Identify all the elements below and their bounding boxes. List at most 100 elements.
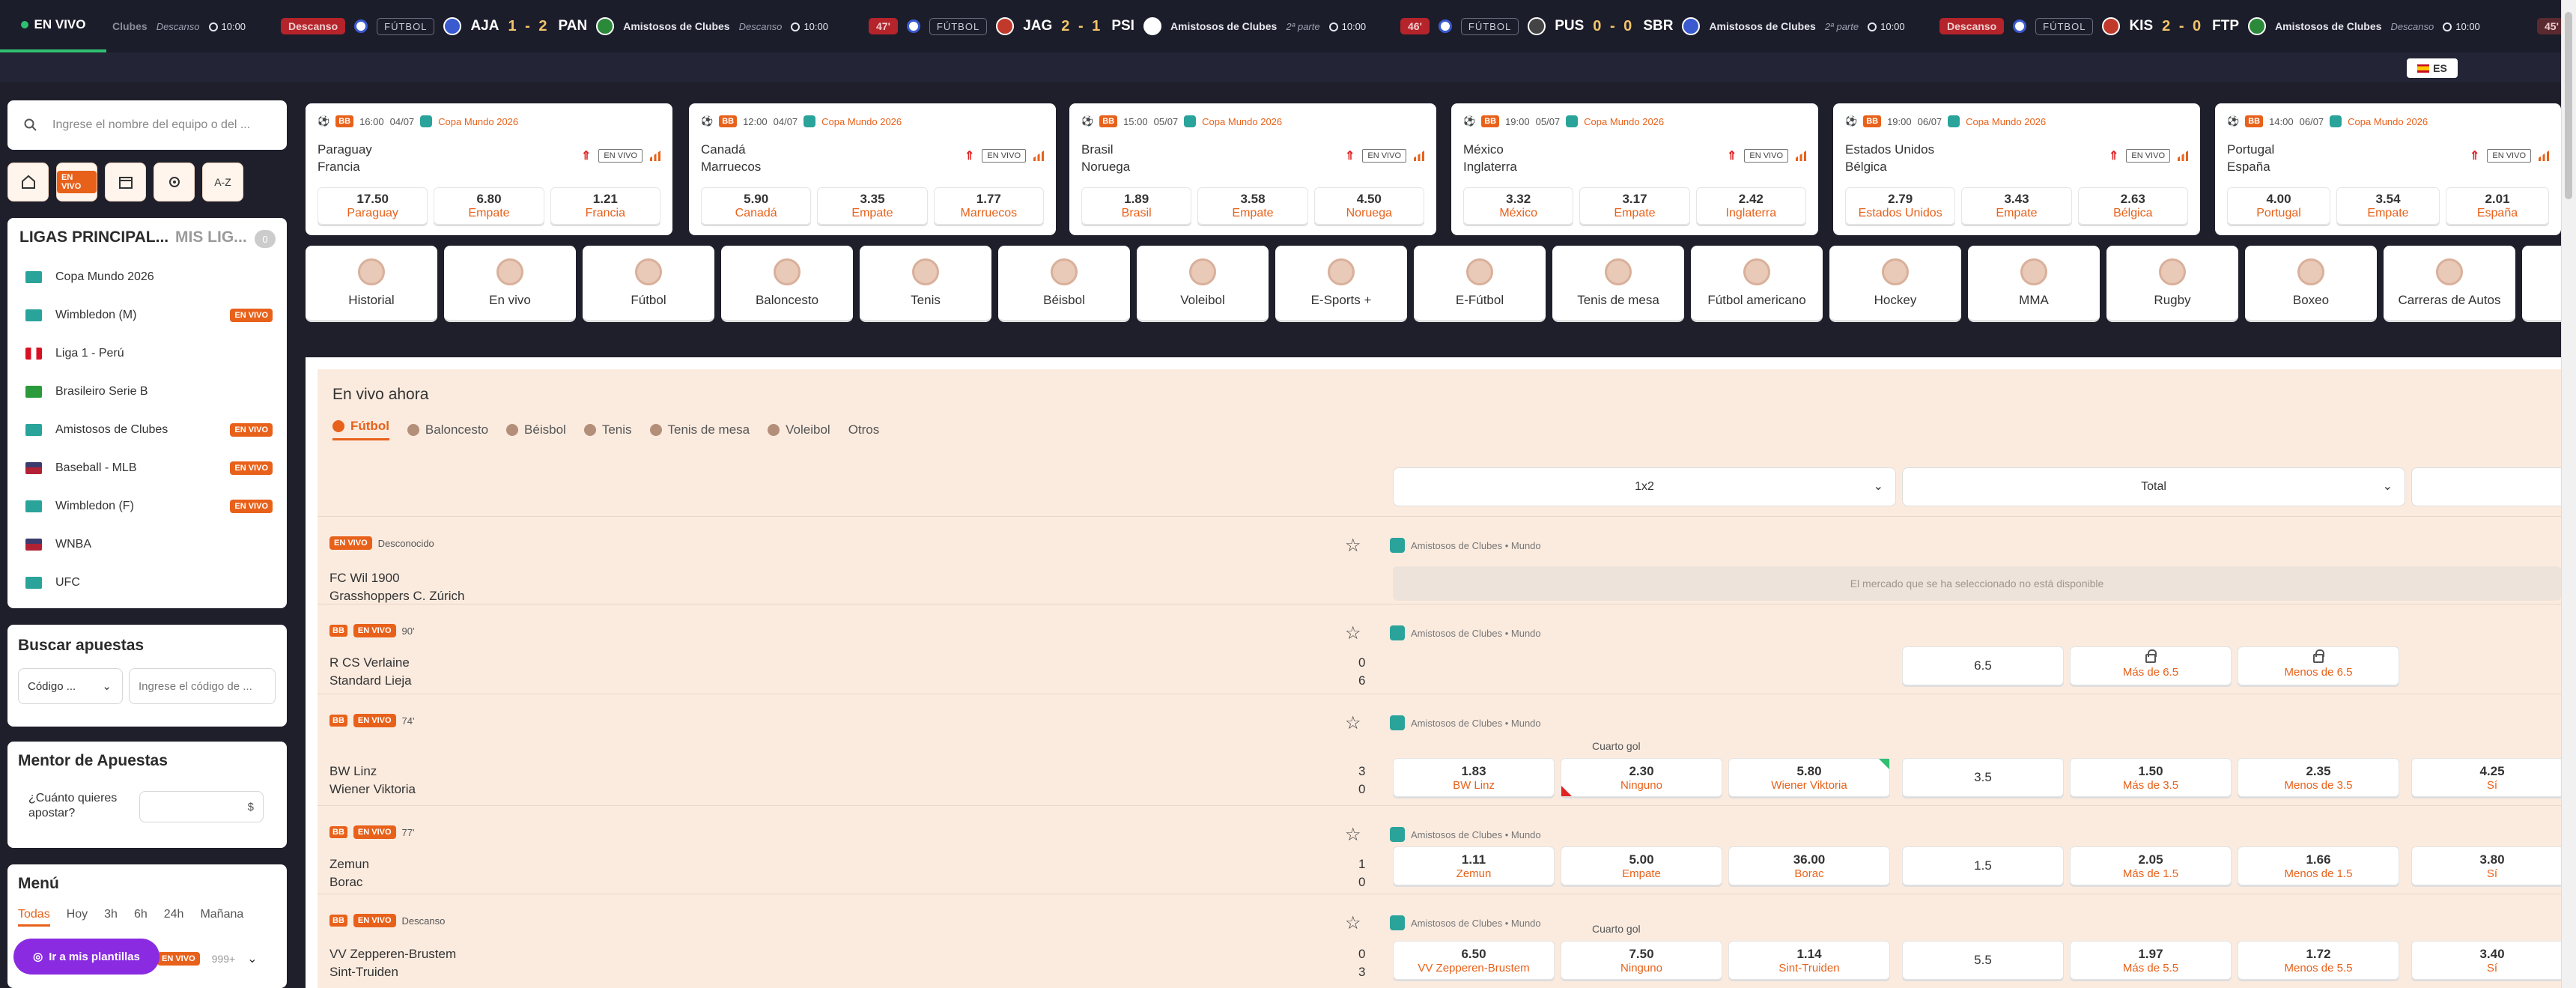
language-selector[interactable]: ES (2407, 58, 2458, 78)
pin-icon[interactable]: ⇑ (965, 148, 974, 163)
stats-bars-icon[interactable] (650, 151, 660, 161)
odd-over-locked[interactable]: Más de 6.5 (2070, 646, 2232, 685)
ticker-match[interactable]: Descanso FÚTBOL KIS 2 - 0 FTP Amistosos de Cl… (1939, 0, 2480, 52)
live-tab[interactable]: Tenis (583, 422, 632, 437)
market-select-total[interactable]: Total ⌄ (1902, 467, 2405, 506)
live-tab[interactable]: Fútbol (332, 419, 389, 440)
stats-bars-icon[interactable] (1033, 151, 1044, 161)
total-line[interactable]: 3.5 (1902, 758, 2064, 797)
menu-tab[interactable]: Mañana (200, 908, 243, 927)
odd-away[interactable]: 36.00 Borac (1728, 846, 1890, 885)
market-select-extra[interactable] (2411, 467, 2576, 506)
odd-button[interactable]: 3.58 Empate (1197, 187, 1308, 225)
menu-tab[interactable]: Todas (18, 908, 50, 927)
pin-icon[interactable]: ⇑ (2109, 148, 2118, 163)
odd-extra[interactable]: 4.25 Sí (2411, 758, 2573, 797)
my-templates-button[interactable]: ◎ Ir a mis plantillas (13, 939, 160, 975)
favorite-star-icon[interactable]: ☆ (1345, 912, 1361, 934)
live-button[interactable]: EN VIVO (56, 163, 97, 201)
favorite-star-icon[interactable]: ☆ (1345, 535, 1361, 557)
league-item[interactable]: Wimbledon (M) EN VIVO (25, 304, 273, 327)
ticker-match[interactable]: 46' FÚTBOL PUS 0 - 0 SBR Amistosos de Clubes 2… (1400, 0, 1905, 52)
team-search[interactable]: Ingrese el nombre del equipo o del ... (7, 100, 287, 150)
odd-extra[interactable]: 3.40 Sí (2411, 941, 2573, 980)
odd-under[interactable]: 2.35 Menos de 3.5 (2238, 758, 2399, 797)
match-teams[interactable]: BW Linz Wiener Viktoria (329, 763, 416, 798)
odd-away[interactable]: 5.80 Wiener Viktoria (1728, 758, 1890, 797)
tab-top-leagues[interactable]: LIGAS PRINCIPAL... (19, 228, 168, 246)
favorite-star-icon[interactable]: ☆ (1345, 622, 1361, 644)
sport-3[interactable]: Baloncesto (721, 246, 853, 322)
featured-match-card[interactable]: ⚽ BB 19:00 06/07 Copa Mundo 2026 Estados Unid… (1833, 103, 2200, 235)
bet-code-input[interactable]: Ingrese el código de ... (129, 668, 276, 704)
odd-under-locked[interactable]: Menos de 6.5 (2238, 646, 2399, 685)
odd-button[interactable]: 3.32 México (1463, 187, 1574, 225)
odd-home[interactable]: 6.50 VV Zepperen-Brustem (1393, 941, 1555, 980)
odd-draw[interactable]: 7.50 Ninguno (1561, 941, 1722, 980)
sport-13[interactable]: Rugby (2106, 246, 2238, 322)
bet-amount-input[interactable]: $ (139, 791, 264, 822)
ticker-item-partial[interactable]: Clubes Descanso 10:00 (112, 0, 246, 52)
odd-over[interactable]: 1.50 Más de 3.5 (2070, 758, 2232, 797)
sport-4[interactable]: Tenis (860, 246, 991, 322)
odd-button[interactable]: 1.21 Francia (550, 187, 660, 225)
odd-button[interactable]: 5.90 Canadá (701, 187, 812, 225)
pin-icon[interactable]: ⇑ (1345, 148, 1355, 163)
home-button[interactable] (7, 163, 49, 201)
sport-11[interactable]: Hockey (1829, 246, 1961, 322)
odd-button[interactable]: 3.17 Empate (1579, 187, 1690, 225)
code-type-select[interactable]: Código ... ⌄ (18, 668, 123, 704)
featured-match-card[interactable]: ⚽ BB 15:00 05/07 Copa Mundo 2026 Brasil Norueg… (1069, 103, 1436, 235)
sport-8[interactable]: E-Fútbol (1414, 246, 1546, 322)
odd-button[interactable]: 4.00 Portugal (2227, 187, 2330, 225)
total-line[interactable]: 6.5 (1902, 646, 2064, 685)
menu-tab[interactable]: Hoy (67, 908, 88, 927)
odd-button[interactable]: 3.35 Empate (817, 187, 928, 225)
featured-match-card[interactable]: ⚽ BB 19:00 05/07 Copa Mundo 2026 México Inglat… (1451, 103, 1818, 235)
odd-button[interactable]: 17.50 Paraguay (318, 187, 428, 225)
odd-button[interactable]: 1.77 Marruecos (933, 187, 1044, 225)
league-item[interactable]: Wimbledon (F) EN VIVO (25, 495, 273, 518)
odd-button[interactable]: 2.01 España (2446, 187, 2549, 225)
az-sort-button[interactable]: A-Z (202, 163, 243, 201)
sport-10[interactable]: Fútbol americano (1691, 246, 1823, 322)
ticker-match[interactable]: Descanso FÚTBOL AJA 1 - 2 PAN Amistosos de Cl… (281, 0, 828, 52)
live-tab[interactable]: Baloncesto (407, 422, 488, 437)
sport-14[interactable]: Boxeo (2245, 246, 2377, 322)
ticker-live-tab[interactable]: EN VIVO (0, 0, 106, 52)
odd-button[interactable]: 2.63 Bélgica (2077, 187, 2188, 225)
odd-over[interactable]: 2.05 Más de 1.5 (2070, 846, 2232, 885)
match-teams[interactable]: VV Zepperen-Brustem Sint-Truiden (329, 945, 456, 981)
odd-away[interactable]: 1.14 Sint-Truiden (1728, 941, 1890, 980)
odd-button[interactable]: 6.80 Empate (434, 187, 544, 225)
match-teams[interactable]: R CS Verlaine Standard Lieja (329, 654, 412, 690)
sport-0[interactable]: Historial (306, 246, 437, 322)
pin-icon[interactable]: ⇑ (1727, 148, 1737, 163)
menu-tab[interactable]: 3h (104, 908, 118, 927)
odd-draw[interactable]: 2.30 Ninguno (1561, 758, 1722, 797)
odd-draw[interactable]: 5.00 Empate (1561, 846, 1722, 885)
sport-15[interactable]: Carreras de Autos (2384, 246, 2515, 322)
ticker-match[interactable]: 47' FÚTBOL JAG 2 - 1 PSI Amistosos de Clubes 2… (869, 0, 1366, 52)
featured-match-card[interactable]: ⚽ BB 12:00 04/07 Copa Mundo 2026 Canadá Marrue… (689, 103, 1056, 235)
odd-button[interactable]: 4.50 Noruega (1313, 187, 1424, 225)
sport-16[interactable]: E (2522, 246, 2561, 322)
menu-tab[interactable]: 6h (134, 908, 148, 927)
live-tab[interactable]: Otros (848, 422, 880, 437)
favorite-star-icon[interactable]: ☆ (1345, 824, 1361, 846)
sport-2[interactable]: Fútbol (583, 246, 714, 322)
odd-under[interactable]: 1.72 Menos de 5.5 (2238, 941, 2399, 980)
total-line[interactable]: 5.5 (1902, 941, 2064, 980)
odd-button[interactable]: 2.42 Inglaterra (1695, 187, 1806, 225)
settings-button[interactable] (154, 163, 195, 201)
menu-tab[interactable]: 24h (164, 908, 184, 927)
sport-6[interactable]: Voleibol (1137, 246, 1269, 322)
match-teams[interactable]: FC Wil 1900 Grasshoppers C. Zúrich (329, 569, 464, 605)
odd-over[interactable]: 1.97 Más de 5.5 (2070, 941, 2232, 980)
league-item[interactable]: UFC (25, 572, 273, 594)
league-item[interactable]: Amistosos de Clubes EN VIVO (25, 419, 273, 441)
league-item[interactable]: Baseball - MLB EN VIVO (25, 457, 273, 479)
pin-icon[interactable]: ⇑ (581, 148, 591, 163)
live-tab[interactable]: Tenis de mesa (649, 422, 750, 437)
odd-button[interactable]: 2.79 Estados Unidos (1845, 187, 1956, 225)
